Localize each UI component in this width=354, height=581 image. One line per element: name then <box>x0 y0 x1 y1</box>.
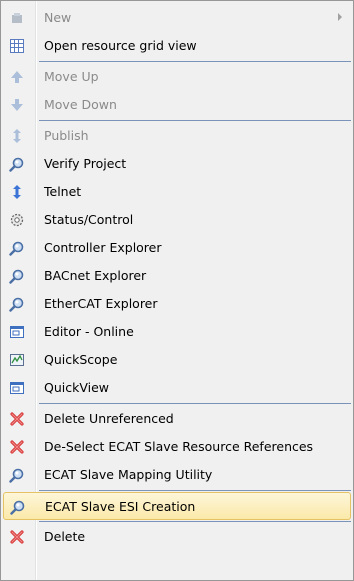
menu-item-label: Move Up <box>44 69 99 84</box>
magnifier-icon <box>8 466 26 484</box>
menu-item-label: Delete <box>44 529 86 544</box>
magnifier-icon <box>8 239 26 257</box>
menu-item-label: Move Down <box>44 97 117 112</box>
menu-separator <box>39 61 351 62</box>
new-icon <box>8 9 26 27</box>
menu-item-quickscope[interactable]: QuickScope <box>3 346 351 374</box>
menu-item-label: New <box>44 10 72 25</box>
menu-item-move-up: Move Up <box>3 63 351 91</box>
menu-item-controller-explorer[interactable]: Controller Explorer <box>3 234 351 262</box>
red-x-icon <box>8 410 26 428</box>
menu-item-quickview[interactable]: QuickView <box>3 374 351 402</box>
menu-item-label: Controller Explorer <box>44 240 162 255</box>
menu-item-label: Verify Project <box>44 156 127 171</box>
magnifier-icon <box>8 155 26 173</box>
menu-item-open-resource-grid-view[interactable]: Open resource grid view <box>3 32 351 60</box>
menu-separator <box>39 521 351 522</box>
menu-item-editor-online[interactable]: Editor - Online <box>3 318 351 346</box>
arrow-up-icon <box>8 68 26 86</box>
menu-item-label: Editor - Online <box>44 324 134 339</box>
menu-item-publish: Publish <box>3 122 351 150</box>
menu-item-delete[interactable]: Delete <box>3 523 351 551</box>
menu-separator <box>39 403 351 404</box>
menu-item-move-down: Move Down <box>3 91 351 119</box>
context-menu: New Open resource grid view Move Up Move Do… <box>0 0 354 581</box>
submenu-arrow-icon <box>338 13 342 21</box>
menu-item-new: New <box>3 4 351 32</box>
menu-item-status-control[interactable]: Status/Control <box>3 206 351 234</box>
magnifier-icon <box>9 498 27 516</box>
menu-item-ethercat-explorer[interactable]: EtherCAT Explorer <box>3 290 351 318</box>
menu-item-label: De-Select ECAT Slave Resource References <box>44 439 314 454</box>
telnet-icon <box>8 183 26 201</box>
red-x-icon <box>8 528 26 546</box>
menu-item-label: Status/Control <box>44 212 134 227</box>
gear-icon <box>8 211 26 229</box>
menu-item-label: Publish <box>44 128 89 143</box>
menu-item-label: Telnet <box>44 184 82 199</box>
menu-item-label: Delete Unreferenced <box>44 411 174 426</box>
publish-icon <box>8 127 26 145</box>
menu-separator <box>39 490 351 491</box>
menu-item-delete-unreferenced[interactable]: Delete Unreferenced <box>3 405 351 433</box>
magnifier-icon <box>8 295 26 313</box>
window-icon <box>8 323 26 341</box>
menu-item-ecat-slave-esi-creation[interactable]: ECAT Slave ESI Creation <box>3 492 351 520</box>
magnifier-icon <box>8 267 26 285</box>
menu-item-label: QuickScope <box>44 352 118 367</box>
menu-item-telnet[interactable]: Telnet <box>3 178 351 206</box>
menu-items: New Open resource grid view Move Up Move Do… <box>1 4 353 551</box>
menu-item-ecat-slave-mapping-utility[interactable]: ECAT Slave Mapping Utility <box>3 461 351 489</box>
menu-item-label: QuickView <box>44 380 110 395</box>
menu-item-bacnet-explorer[interactable]: BACnet Explorer <box>3 262 351 290</box>
red-x-icon <box>8 438 26 456</box>
scope-icon <box>8 351 26 369</box>
menu-item-label: ECAT Slave Mapping Utility <box>44 467 213 482</box>
grid-icon <box>8 37 26 55</box>
window-icon <box>8 379 26 397</box>
menu-separator <box>39 120 351 121</box>
menu-item-label: EtherCAT Explorer <box>44 296 158 311</box>
menu-item-verify-project[interactable]: Verify Project <box>3 150 351 178</box>
menu-item-de-select-ecat-slave-resource-references[interactable]: De-Select ECAT Slave Resource References <box>3 433 351 461</box>
menu-item-label: BACnet Explorer <box>44 268 147 283</box>
arrow-down-icon <box>8 96 26 114</box>
menu-item-label: ECAT Slave ESI Creation <box>45 499 196 514</box>
menu-item-label: Open resource grid view <box>44 38 197 53</box>
